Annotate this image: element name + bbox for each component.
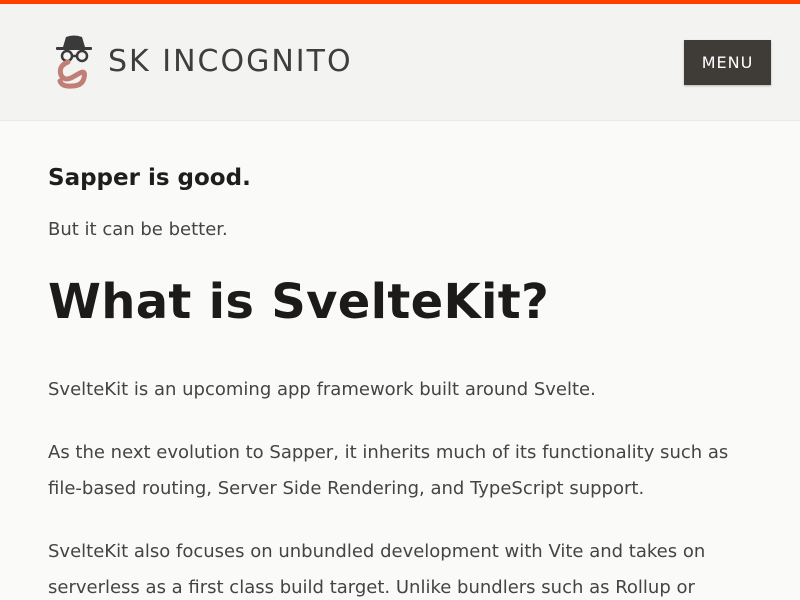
site-header: SK INCOGNITO MENU xyxy=(0,4,800,121)
main-content: Sapper is good. But it can be better. Wh… xyxy=(0,121,800,600)
paragraph-vite: SvelteKit also focuses on unbundled deve… xyxy=(48,541,706,598)
brand-name: SK INCOGNITO xyxy=(108,43,353,79)
page-heading: What is SvelteKit? xyxy=(48,274,550,330)
brand-link[interactable]: SK INCOGNITO xyxy=(54,33,353,89)
lead-text: Sapper is good. xyxy=(48,165,251,191)
incognito-svelte-logo-icon xyxy=(54,33,94,89)
paragraph-intro: SvelteKit is an upcoming app framework b… xyxy=(48,379,596,400)
menu-button[interactable]: MENU xyxy=(684,40,771,85)
sub-text: But it can be better. xyxy=(48,219,228,240)
paragraph-sapper: As the next evolution to Sapper, it inhe… xyxy=(48,442,729,499)
